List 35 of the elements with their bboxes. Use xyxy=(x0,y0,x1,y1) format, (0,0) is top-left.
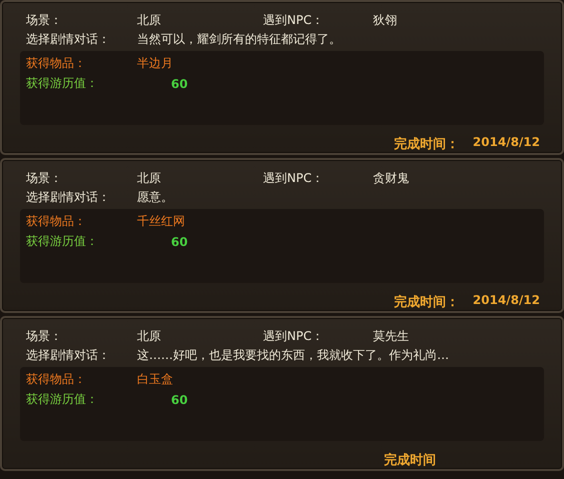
exp-label: 获得游历值： xyxy=(25,391,99,408)
time-value: 2014/8/12 xyxy=(472,135,540,151)
npc-value: 贪财鬼 xyxy=(373,170,409,187)
item-label: 获得物品： xyxy=(25,371,87,388)
scene-value: 北原 xyxy=(137,12,162,29)
time-value: 2014/8/12 xyxy=(472,293,540,309)
item-label: 获得物品： xyxy=(25,213,87,230)
exp-value: 60 xyxy=(170,392,188,407)
scene-value: 北原 xyxy=(137,170,162,187)
npc-label: 遇到NPC： xyxy=(263,328,325,345)
exp-value: 60 xyxy=(170,234,188,249)
item-label: 获得物品： xyxy=(25,55,87,72)
dialog-text: 当然可以，耀剑所有的特征都记得了。 xyxy=(137,30,341,48)
npc-value: 莫先生 xyxy=(373,328,409,345)
dialog-text: 愿意。 xyxy=(137,188,173,206)
dialog-label: 选择剧情对话： xyxy=(25,30,111,48)
item-value: 白玉盒 xyxy=(137,371,173,388)
npc-value: 狄翎 xyxy=(373,12,397,29)
npc-label: 遇到NPC： xyxy=(263,12,325,29)
time-label: 完成时间 xyxy=(384,452,436,469)
scene-value: 北原 xyxy=(137,328,162,345)
item-value: 半边月 xyxy=(137,55,173,72)
time-label: 完成时间： xyxy=(394,136,459,153)
item-value: 千丝红网 xyxy=(137,213,185,230)
time-label: 完成时间： xyxy=(394,294,459,311)
exp-label: 获得游历值： xyxy=(25,75,99,92)
scene-label: 场景： xyxy=(25,170,63,187)
dialog-label: 选择剧情对话： xyxy=(25,188,111,206)
scene-label: 场景： xyxy=(25,328,63,345)
exp-label: 获得游历值： xyxy=(25,233,99,250)
npc-label: 遇到NPC： xyxy=(263,170,325,187)
scene-label: 场景： xyxy=(25,12,63,29)
exp-value: 60 xyxy=(170,76,188,91)
dialog-label: 选择剧情对话： xyxy=(25,346,111,364)
dialog-text: 这……好吧，也是我要找的东西，我就收下了。作为礼尚… xyxy=(137,346,449,364)
